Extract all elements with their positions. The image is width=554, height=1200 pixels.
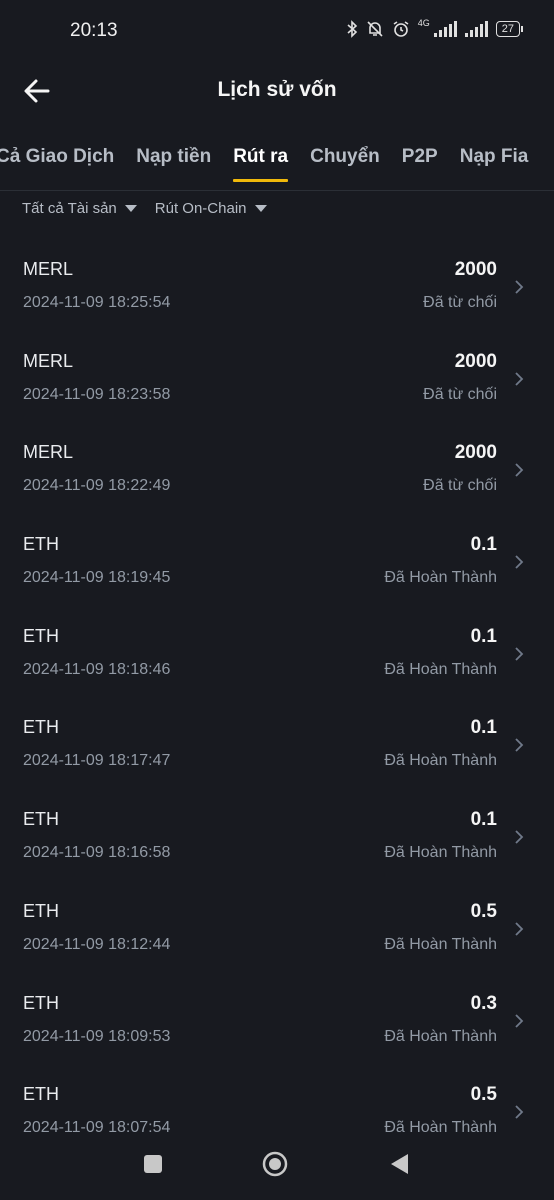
transaction-datetime: 2024-11-09 18:09:53 bbox=[23, 1027, 171, 1045]
status-icons: 4G 27 bbox=[346, 18, 524, 38]
chevron-right-icon bbox=[515, 280, 524, 294]
transaction-datetime: 2024-11-09 18:18:46 bbox=[23, 660, 171, 678]
transaction-amount: 0.1 bbox=[470, 534, 497, 556]
header: Lịch sử vốn bbox=[0, 64, 554, 118]
transaction-amount: 2000 bbox=[454, 259, 497, 280]
transaction-row[interactable]: ETH 2024-11-09 18:12:44 0.5 Đã Hoàn Thàn… bbox=[0, 887, 554, 979]
transaction-list: MERL 2024-11-09 18:25:54 2000 Đã từ chối… bbox=[0, 245, 554, 1135]
transaction-amount: 2000 bbox=[454, 350, 497, 372]
transaction-amount: 2000 bbox=[454, 442, 497, 464]
caret-down-icon bbox=[254, 205, 267, 212]
transaction-asset: ETH bbox=[23, 992, 59, 1013]
transaction-row[interactable]: ETH 2024-11-09 18:18:46 0.1 Đã Hoàn Thàn… bbox=[0, 612, 554, 704]
tab-bar: Cả Giao Dịch Nạp tiền Rút ra Chuyển P2P … bbox=[0, 138, 554, 191]
transaction-row[interactable]: ETH 2024-11-09 18:16:58 0.1 Đã Hoàn Thàn… bbox=[0, 795, 554, 887]
system-back-button[interactable] bbox=[388, 1152, 410, 1176]
asset-filter-label: Tất cả Tài sản bbox=[22, 200, 117, 217]
recent-apps-button[interactable] bbox=[144, 1155, 162, 1173]
transaction-row[interactable]: ETH 2024-11-09 18:07:54 0.5 Đã Hoàn Thàn… bbox=[0, 1070, 554, 1135]
mute-bell-icon bbox=[367, 21, 383, 37]
transaction-asset: ETH bbox=[23, 1084, 59, 1105]
chevron-right-icon bbox=[515, 555, 524, 569]
chevron-right-icon bbox=[515, 372, 524, 386]
transaction-datetime: 2024-11-09 18:22:49 bbox=[23, 477, 171, 495]
transaction-datetime: 2024-11-09 18:19:45 bbox=[23, 569, 171, 587]
transaction-row[interactable]: MERL 2024-11-09 18:23:58 2000 Đã từ chối bbox=[0, 337, 554, 429]
chevron-right-icon bbox=[515, 463, 524, 478]
transaction-amount: 0.1 bbox=[470, 717, 497, 739]
chevron-right-icon bbox=[515, 830, 524, 844]
chevron-right-icon bbox=[515, 738, 524, 753]
transaction-status: Đã từ chối bbox=[423, 385, 497, 403]
transaction-datetime: 2024-11-09 18:23:58 bbox=[23, 385, 171, 403]
transaction-asset: MERL bbox=[23, 442, 74, 463]
transaction-row[interactable]: ETH 2024-11-09 18:17:47 0.1 Đã Hoàn Thàn… bbox=[0, 703, 554, 795]
chevron-right-icon bbox=[515, 1013, 524, 1028]
tab-all-transactions[interactable]: Cả Giao Dịch bbox=[0, 146, 114, 182]
status-time: 20:13 bbox=[70, 20, 118, 41]
transaction-asset: ETH bbox=[23, 717, 59, 738]
system-navigation-bar bbox=[0, 1135, 554, 1200]
bluetooth-icon bbox=[347, 20, 357, 38]
page-title: Lịch sử vốn bbox=[217, 78, 337, 101]
caret-down-icon bbox=[124, 205, 137, 212]
transaction-datetime: 2024-11-09 18:17:47 bbox=[23, 752, 171, 770]
home-button[interactable] bbox=[262, 1151, 288, 1177]
network-type: 4G bbox=[417, 18, 430, 28]
status-bar: 20:13 4G 27 bbox=[0, 0, 554, 64]
transaction-amount: 0.5 bbox=[470, 1084, 497, 1106]
transaction-amount: 0.3 bbox=[470, 992, 497, 1014]
transaction-datetime: 2024-11-09 18:12:44 bbox=[23, 935, 171, 953]
transaction-status: Đã Hoàn Thành bbox=[384, 752, 497, 770]
signal-icon bbox=[433, 21, 457, 37]
transaction-status: Đã Hoàn Thành bbox=[384, 1027, 497, 1045]
transaction-status: Đã Hoàn Thành bbox=[384, 1119, 497, 1135]
transaction-datetime: 2024-11-09 18:25:54 bbox=[23, 294, 171, 311]
transaction-row[interactable]: MERL 2024-11-09 18:22:49 2000 Đã từ chối bbox=[0, 428, 554, 520]
transaction-status: Đã Hoàn Thành bbox=[384, 660, 497, 678]
transaction-asset: ETH bbox=[23, 900, 59, 921]
chevron-right-icon bbox=[515, 1105, 524, 1119]
transaction-asset: MERL bbox=[23, 350, 74, 371]
transaction-amount: 0.1 bbox=[470, 809, 497, 831]
tab-fiat-deposit[interactable]: Nạp Fia bbox=[460, 146, 529, 182]
transaction-row[interactable]: MERL 2024-11-09 18:25:54 2000 Đã từ chối bbox=[0, 245, 554, 337]
type-filter-dropdown[interactable]: Rút On-Chain bbox=[155, 200, 267, 217]
asset-filter-dropdown[interactable]: Tất cả Tài sản bbox=[22, 200, 137, 217]
signal-icon bbox=[464, 21, 488, 37]
transaction-status: Đã Hoàn Thành bbox=[384, 844, 497, 862]
transaction-status: Đã từ chối bbox=[423, 477, 497, 495]
transaction-datetime: 2024-11-09 18:07:54 bbox=[23, 1119, 171, 1135]
tab-deposit[interactable]: Nạp tiền bbox=[136, 146, 211, 182]
transaction-row[interactable]: ETH 2024-11-09 18:09:53 0.3 Đã Hoàn Thàn… bbox=[0, 979, 554, 1071]
transaction-row[interactable]: ETH 2024-11-09 18:19:45 0.1 Đã Hoàn Thàn… bbox=[0, 520, 554, 612]
transaction-datetime: 2024-11-09 18:16:58 bbox=[23, 844, 171, 862]
transaction-amount: 0.5 bbox=[470, 900, 497, 922]
transaction-status: Đã từ chối bbox=[423, 294, 497, 311]
alarm-icon bbox=[393, 21, 409, 37]
transaction-status: Đã Hoàn Thành bbox=[384, 569, 497, 587]
transaction-asset: MERL bbox=[23, 259, 74, 279]
chevron-right-icon bbox=[515, 647, 524, 661]
tab-transfer[interactable]: Chuyển bbox=[310, 146, 380, 182]
battery-icon: 27 bbox=[495, 21, 524, 37]
filter-bar: Tất cả Tài sản Rút On-Chain bbox=[22, 200, 267, 217]
transaction-asset: ETH bbox=[23, 809, 59, 830]
tab-withdraw[interactable]: Rút ra bbox=[233, 146, 288, 182]
chevron-right-icon bbox=[515, 922, 524, 936]
transaction-amount: 0.1 bbox=[470, 625, 497, 647]
tab-p2p[interactable]: P2P bbox=[402, 146, 438, 182]
transaction-status: Đã Hoàn Thành bbox=[384, 935, 497, 953]
transaction-asset: ETH bbox=[23, 625, 59, 646]
type-filter-label: Rút On-Chain bbox=[154, 200, 247, 217]
transaction-asset: ETH bbox=[23, 534, 59, 555]
